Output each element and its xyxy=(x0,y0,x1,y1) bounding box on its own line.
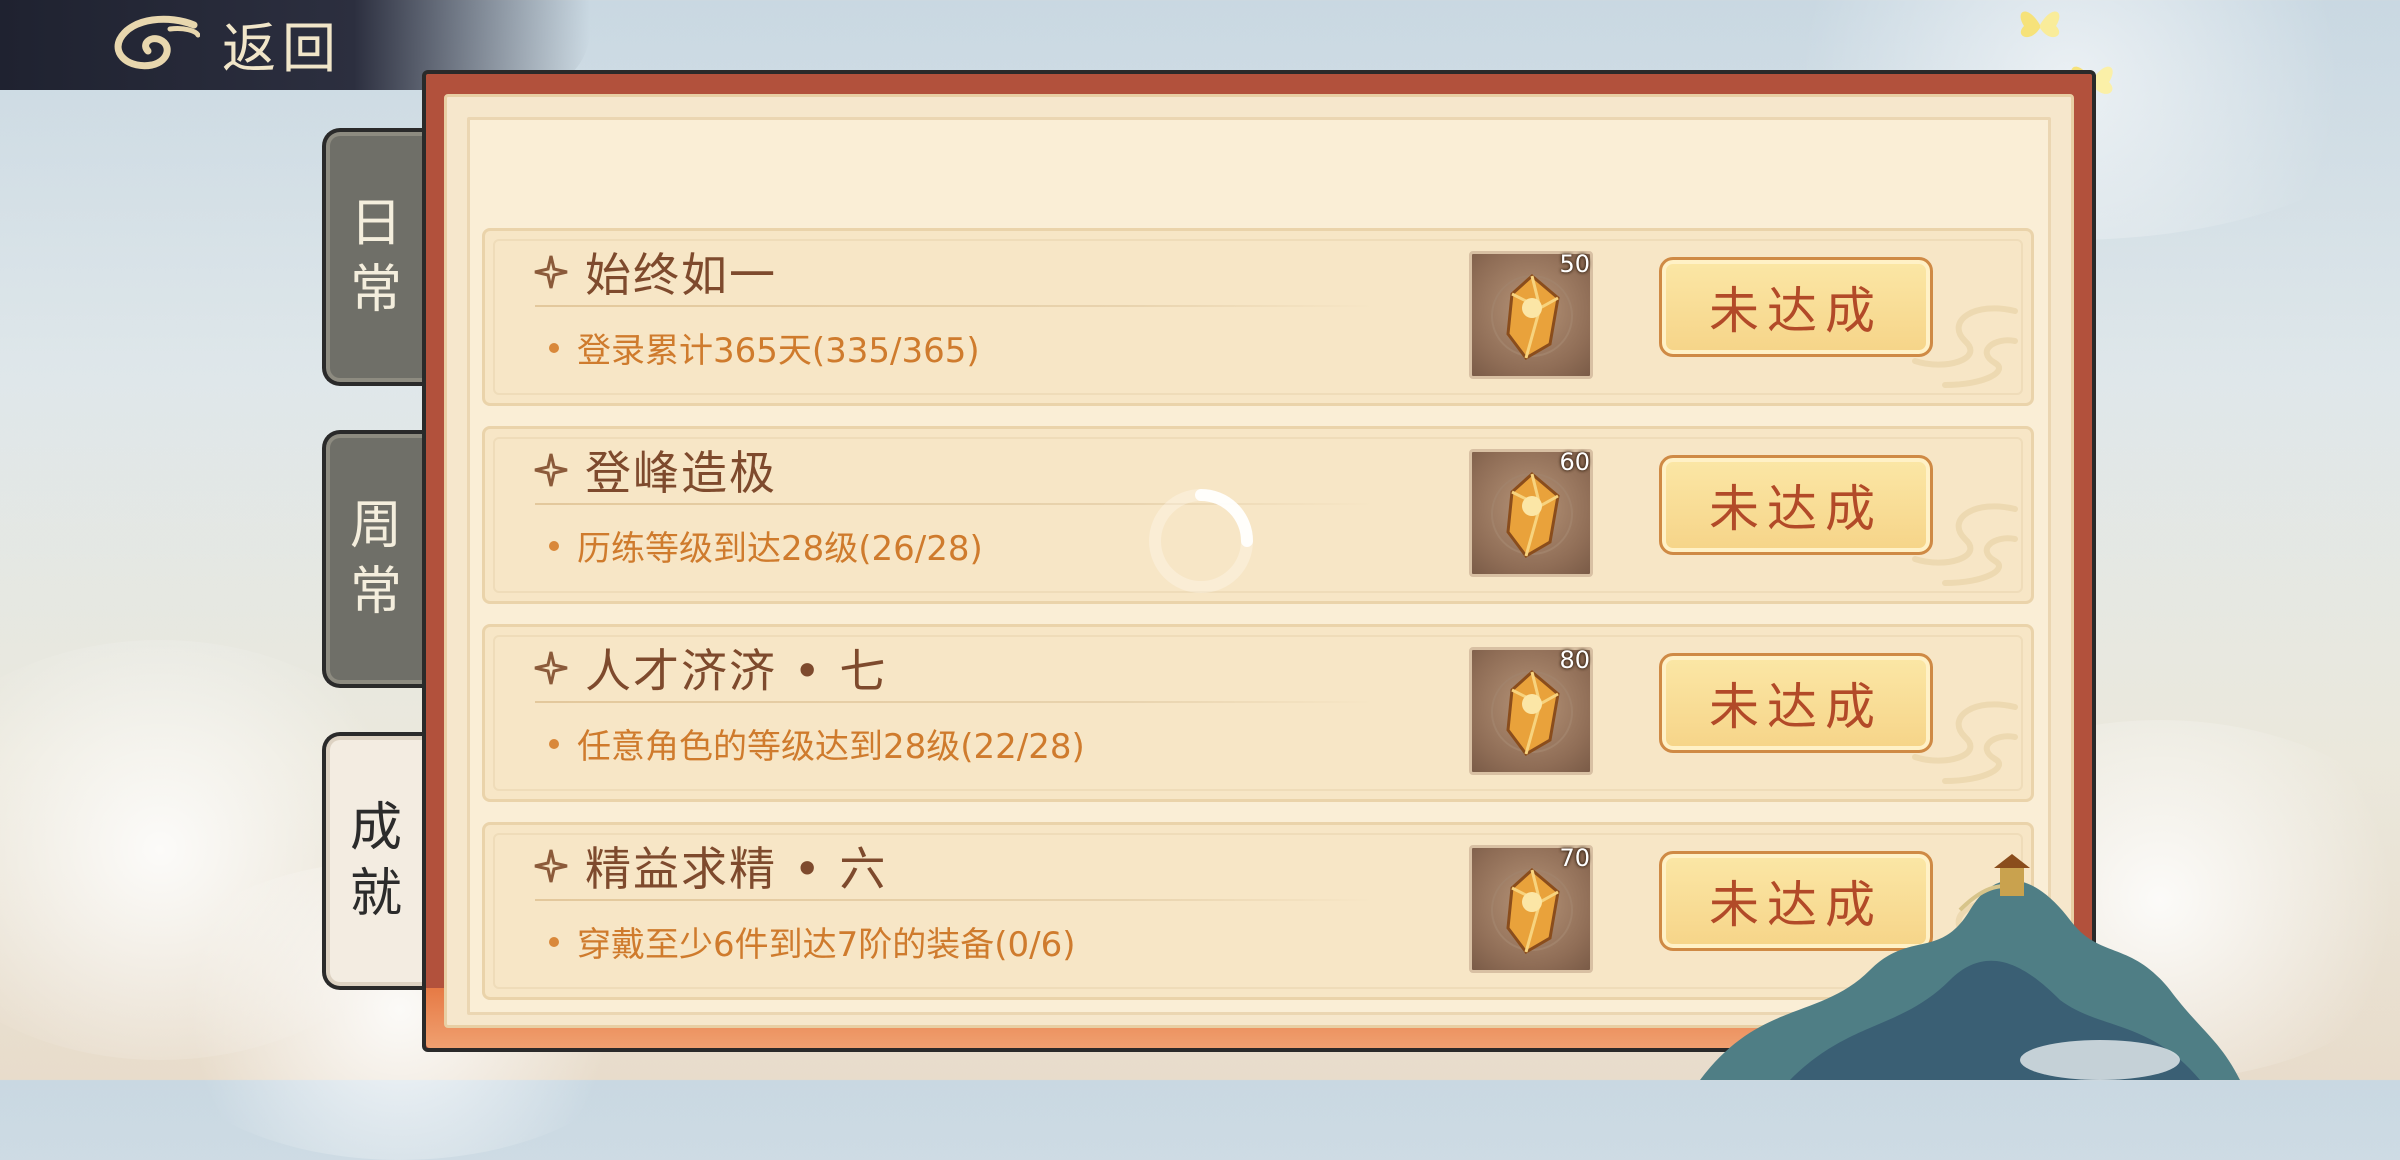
achievement-description: 历练等级到达28级(26/28) xyxy=(577,529,983,569)
reward-item[interactable]: 50 xyxy=(1469,250,1593,379)
four-point-star-icon xyxy=(534,849,568,883)
swirl-cloud-icon xyxy=(114,15,200,70)
tab-char: 常 xyxy=(349,562,402,622)
divider xyxy=(535,899,1375,901)
gold-crystal-icon xyxy=(1491,472,1573,558)
achievement-card: 人才济济 • 七 任意角色的等级达到28级(22/28) 80 未达成 xyxy=(482,624,2034,802)
achievement-card: 始终如一 登录累计365天(335/365) 50 未达成 xyxy=(482,228,2034,406)
reward-item[interactable]: 80 xyxy=(1469,646,1593,775)
tab-char: 日 xyxy=(349,194,402,254)
reward-count: 50 xyxy=(1559,250,1590,278)
status-button[interactable]: 未达成 xyxy=(1659,455,1933,555)
bullet-dot xyxy=(549,936,559,947)
tab-char: 周 xyxy=(349,496,402,556)
gold-crystal-icon xyxy=(1491,670,1573,756)
reward-count: 70 xyxy=(1559,844,1590,872)
reward-item[interactable]: 60 xyxy=(1469,448,1593,577)
reward-count: 80 xyxy=(1559,646,1590,674)
tab-weekly[interactable]: 周 常 xyxy=(322,430,426,688)
reward-item[interactable]: 70 xyxy=(1469,844,1593,973)
tab-char: 就 xyxy=(349,864,402,924)
tab-char: 常 xyxy=(349,260,402,320)
divider xyxy=(535,305,1375,307)
bullet-dot xyxy=(549,342,559,353)
achievement-title: 精益求精 • 六 xyxy=(585,842,888,896)
loading-spinner-icon xyxy=(1149,489,1253,593)
gold-crystal-icon xyxy=(1491,868,1573,954)
tab-char: 成 xyxy=(349,798,402,858)
gold-crystal-icon xyxy=(1491,274,1573,360)
tab-achievement[interactable]: 成 就 xyxy=(322,732,426,990)
achievement-title: 人才济济 • 七 xyxy=(585,644,888,698)
butterfly-icon xyxy=(2020,11,2060,38)
back-button[interactable]: 返回 xyxy=(110,8,342,80)
status-button[interactable]: 未达成 xyxy=(1659,257,1933,357)
status-button[interactable]: 未达成 xyxy=(1659,653,1933,753)
achievement-title: 始终如一 xyxy=(585,248,777,302)
four-point-star-icon xyxy=(534,255,568,289)
tab-daily[interactable]: 日 常 xyxy=(322,128,426,386)
achievement-card: 登峰造极 历练等级到达28级(26/28) 60 未达成 xyxy=(482,426,2034,604)
four-point-star-icon xyxy=(534,651,568,685)
four-point-star-icon xyxy=(534,453,568,487)
achievement-description: 穿戴至少6件到达7阶的装备(0/6) xyxy=(577,925,1076,965)
achievement-description: 任意角色的等级达到28级(22/28) xyxy=(577,727,1085,767)
bullet-dot xyxy=(549,738,559,749)
bullet-dot xyxy=(549,540,559,551)
divider xyxy=(535,701,1375,703)
achievement-title: 登峰造极 xyxy=(585,446,777,500)
mountain-decoration xyxy=(1700,854,2240,1080)
achievement-description: 登录累计365天(335/365) xyxy=(577,331,980,371)
back-label: 返回 xyxy=(222,16,342,80)
reward-count: 60 xyxy=(1559,448,1590,476)
